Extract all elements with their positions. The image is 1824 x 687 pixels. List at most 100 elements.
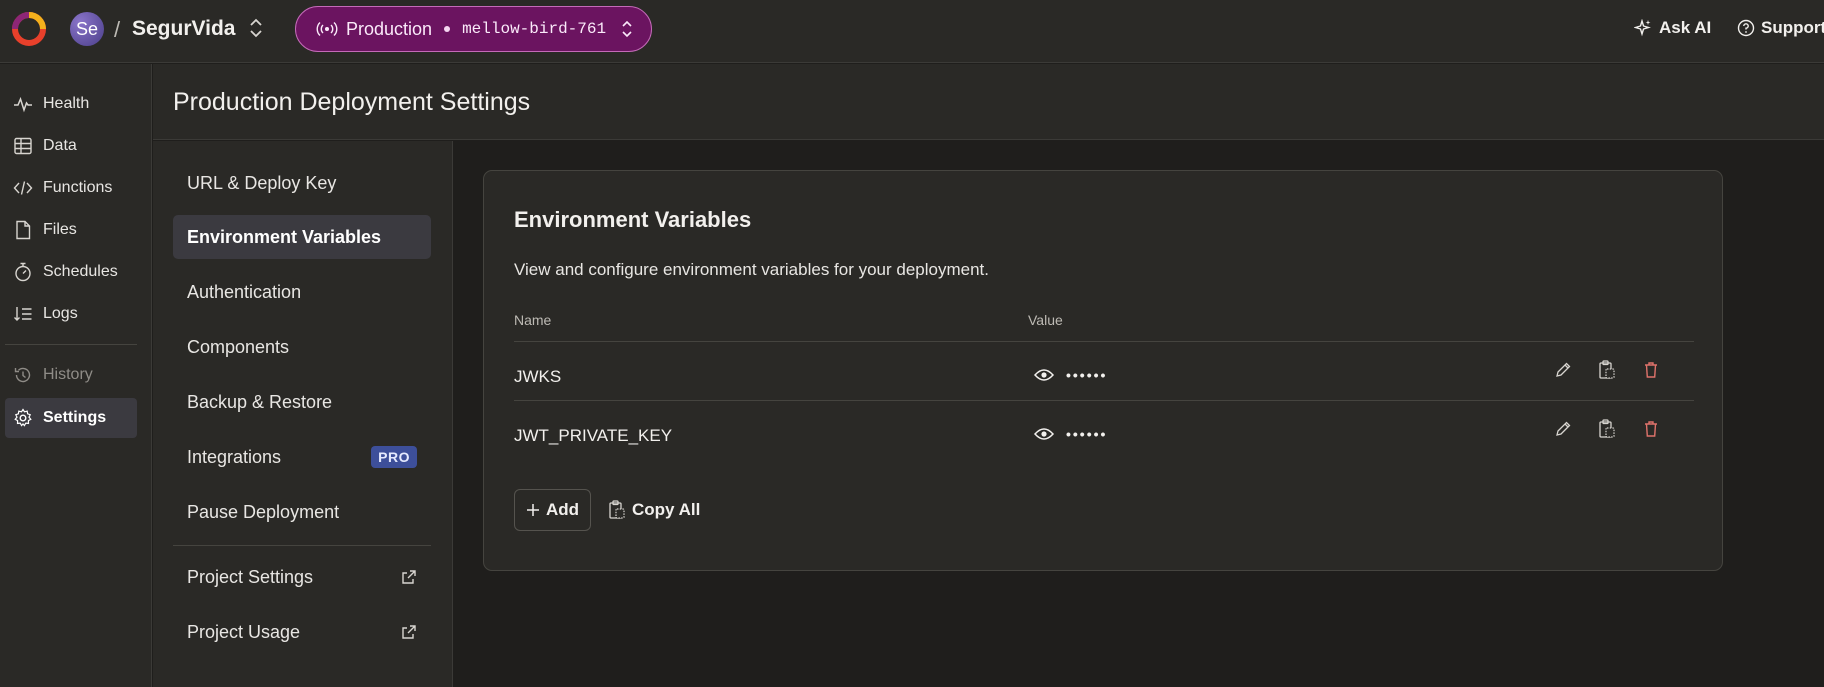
file-icon <box>16 220 31 240</box>
settings-nav-url-deploy-key[interactable]: URL & Deploy Key <box>173 161 431 205</box>
environment-variables-card: Environment Variables View and configure… <box>483 170 1723 571</box>
sidebar-item-label: Data <box>43 137 77 154</box>
app-logo-icon[interactable] <box>12 12 46 46</box>
external-link-icon <box>402 625 416 639</box>
settings-nav-label: Backup & Restore <box>187 391 333 412</box>
environment-selector[interactable]: Production mellow-bird-761 <box>295 6 652 52</box>
history-icon <box>14 367 31 383</box>
settings-nav-label: URL & Deploy Key <box>187 172 337 193</box>
stopwatch-icon <box>15 262 31 282</box>
sidebar-item-label: History <box>43 366 93 383</box>
settings-nav-pause-deployment[interactable]: Pause Deployment <box>173 490 431 534</box>
variable-value: •••••• <box>1034 426 1107 442</box>
deployment-name: mellow-bird-761 <box>462 20 607 38</box>
column-header-value: Value <box>1028 312 1063 328</box>
settings-nav-label: Integrations <box>187 446 282 467</box>
sidebar-item-schedules[interactable]: Schedules <box>5 252 137 292</box>
sidebar-item-data[interactable]: Data <box>5 126 137 166</box>
column-header-name: Name <box>514 312 552 328</box>
sidebar-item-label: Functions <box>43 179 113 196</box>
delete-button[interactable] <box>1640 418 1662 440</box>
help-circle-icon <box>1737 19 1755 37</box>
variable-name: JWKS <box>514 367 562 386</box>
sidebar-item-health[interactable]: Health <box>5 84 137 124</box>
settings-nav-label: Environment Variables <box>187 226 382 247</box>
settings-nav: URL & Deploy Key Environment Variables A… <box>153 141 453 687</box>
variable-value: •••••• <box>1034 367 1107 383</box>
edit-button[interactable] <box>1552 359 1574 381</box>
separator-dot <box>444 26 451 32</box>
gear-icon <box>14 408 32 427</box>
card-description: View and configure environment variables… <box>514 260 990 279</box>
copy-all-button[interactable]: Copy All <box>608 489 700 531</box>
external-link-icon <box>402 570 416 584</box>
settings-nav-project-usage[interactable]: Project Usage <box>173 610 431 654</box>
trash-icon <box>1645 362 1657 378</box>
sidebar-item-label: Health <box>43 95 90 112</box>
settings-nav-backup-restore[interactable]: Backup & Restore <box>173 380 431 424</box>
sidebar-item-label: Settings <box>43 409 107 426</box>
support-button[interactable]: Support <box>1737 18 1824 38</box>
clipboard-icon <box>1599 360 1615 379</box>
settings-nav-label: Pause Deployment <box>187 501 340 522</box>
sidebar-item-files[interactable]: Files <box>5 210 137 250</box>
edit-button[interactable] <box>1552 418 1574 440</box>
sidebar-item-label: Logs <box>43 305 78 322</box>
delete-button[interactable] <box>1640 359 1662 381</box>
masked-value: •••••• <box>1066 426 1108 442</box>
settings-nav-integrations[interactable]: Integrations PRO <box>173 435 431 479</box>
card-title: Environment Variables <box>514 207 752 232</box>
settings-nav-label: Authentication <box>187 281 302 302</box>
breadcrumb-separator: / <box>114 17 121 42</box>
environment-label: Production <box>346 18 433 39</box>
sparkle-icon <box>1634 19 1651 37</box>
add-variable-button[interactable]: Add <box>514 489 591 531</box>
table-icon <box>14 137 32 155</box>
table-divider <box>514 341 1694 342</box>
pro-badge: PRO <box>371 446 417 468</box>
page-title: Production Deployment Settings <box>173 88 531 116</box>
clipboard-icon <box>609 500 625 519</box>
sidebar-item-settings[interactable]: Settings <box>5 398 137 438</box>
sidebar-item-logs[interactable]: Logs <box>5 294 137 334</box>
settings-nav-label: Project Usage <box>187 621 301 642</box>
chevron-up-down-icon[interactable] <box>246 16 266 40</box>
copy-all-label: Copy All <box>632 500 701 519</box>
sidebar-item-label: Files <box>43 221 77 238</box>
code-icon <box>13 181 33 195</box>
project-name[interactable]: SegurVida <box>132 17 235 41</box>
ask-ai-button[interactable]: Ask AI <box>1634 18 1711 38</box>
plus-icon <box>526 504 539 516</box>
sidebar: Health Data Functions Files Schedules Lo… <box>0 64 152 687</box>
copy-button[interactable] <box>1596 418 1618 440</box>
settings-nav-divider <box>173 545 431 546</box>
eye-icon[interactable] <box>1034 427 1054 441</box>
settings-nav-label: Components <box>187 336 290 357</box>
add-label: Add <box>545 500 580 519</box>
avatar[interactable]: Se <box>70 12 104 46</box>
masked-value: •••••• <box>1066 367 1108 383</box>
settings-nav-authentication[interactable]: Authentication <box>173 270 431 314</box>
settings-nav-components[interactable]: Components <box>173 325 431 369</box>
eye-icon[interactable] <box>1034 368 1054 382</box>
ask-ai-label: Ask AI <box>1659 18 1712 37</box>
page-header: Production Deployment Settings <box>153 64 1824 140</box>
main-content: Environment Variables View and configure… <box>454 141 1824 687</box>
sidebar-item-functions[interactable]: Functions <box>5 168 137 208</box>
copy-button[interactable] <box>1596 359 1618 381</box>
broadcast-icon <box>316 21 338 37</box>
row-actions <box>1552 359 1662 381</box>
sidebar-divider <box>5 344 137 345</box>
clipboard-icon <box>1599 419 1615 438</box>
logs-icon <box>14 307 32 321</box>
sidebar-item-label: Schedules <box>43 263 118 280</box>
settings-nav-project-settings[interactable]: Project Settings <box>173 555 431 599</box>
settings-nav-environment-variables[interactable]: Environment Variables <box>173 215 431 259</box>
settings-nav-label: Project Settings <box>187 566 314 587</box>
pencil-icon <box>1556 362 1571 377</box>
health-pulse-icon <box>14 96 32 113</box>
sidebar-item-history[interactable]: History <box>5 355 137 395</box>
pencil-icon <box>1556 421 1571 436</box>
variable-name: JWT_PRIVATE_KEY <box>514 426 673 445</box>
chevron-up-down-icon <box>622 20 632 38</box>
